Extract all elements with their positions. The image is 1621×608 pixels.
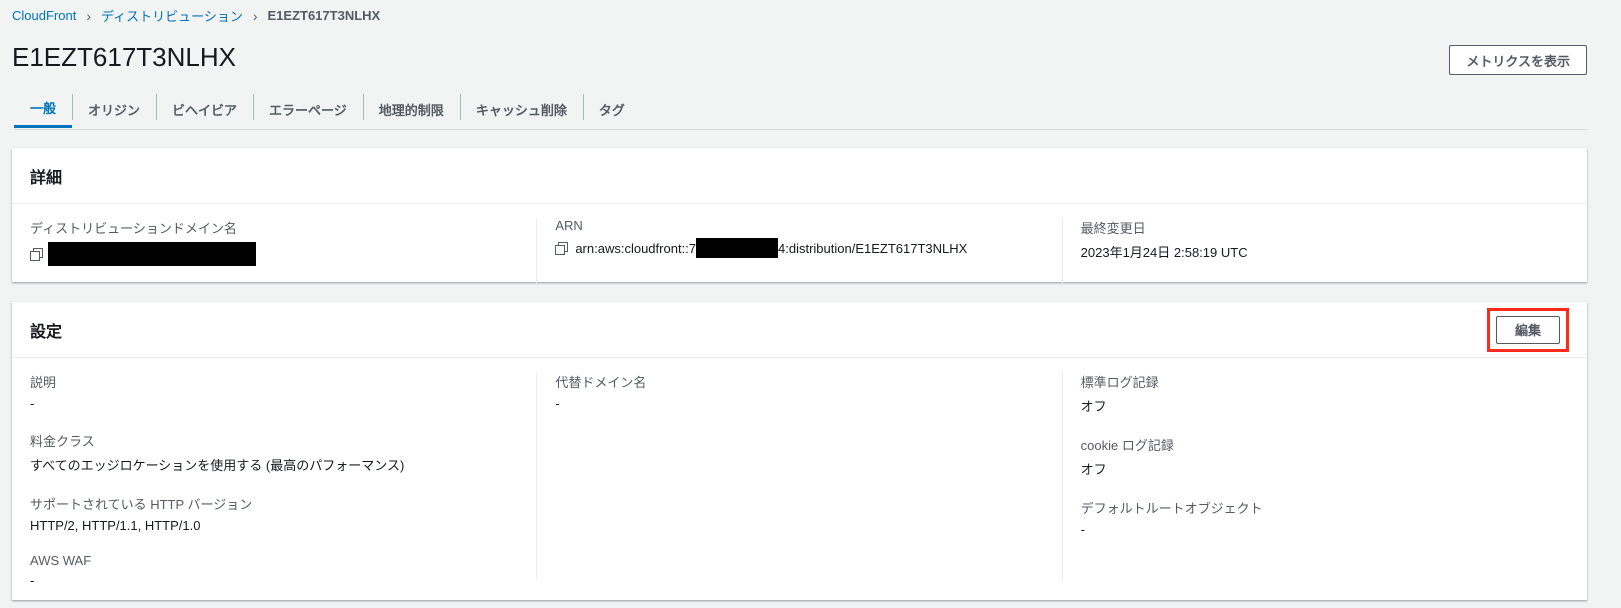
setting-value: - bbox=[1080, 522, 1085, 537]
setting-value: - bbox=[30, 573, 35, 588]
page-title: E1EZT617T3NLHX bbox=[12, 42, 236, 72]
tab-geo-restrictions[interactable]: 地理的制限 bbox=[362, 90, 460, 128]
setting-label: 代替ドメイン名 bbox=[555, 375, 647, 390]
arn-label: ARN bbox=[555, 218, 583, 233]
breadcrumb-cloudfront[interactable]: CloudFront bbox=[12, 8, 76, 23]
arn-suffix: 4:distribution/E1EZT617T3NLHX bbox=[778, 240, 968, 256]
setting-value: すべてのエッジロケーションを使用する (最高のパフォーマンス) bbox=[30, 458, 405, 473]
arn-prefix: arn:aws:cloudfront::7 bbox=[575, 240, 697, 256]
tab-tags[interactable]: タグ bbox=[582, 90, 641, 128]
tab-origins[interactable]: オリジン bbox=[72, 90, 156, 128]
breadcrumb-current: E1EZT617T3NLHX bbox=[267, 8, 381, 23]
modified-label: 最終変更日 bbox=[1080, 221, 1146, 236]
settings-heading: 設定 bbox=[30, 323, 63, 341]
edit-highlight: 編集 bbox=[1486, 307, 1569, 352]
setting-value: オフ bbox=[1080, 462, 1107, 477]
domain-label: ディストリビューションドメイン名 bbox=[30, 221, 237, 236]
setting-label: cookie ログ記録 bbox=[1080, 438, 1174, 453]
setting-value: HTTP/2, HTTP/1.1, HTTP/1.0 bbox=[30, 518, 201, 533]
setting-label: 料金クラス bbox=[30, 434, 95, 449]
setting-value: - bbox=[555, 396, 560, 411]
details-heading: 詳細 bbox=[12, 148, 1587, 204]
settings-panel: 設定 編集 説明 - 料金クラス すべてのエッジロケーションを使用する (最高のパ… bbox=[12, 302, 1587, 600]
chevron-right-icon: › bbox=[86, 7, 91, 24]
setting-label: 標準ログ記録 bbox=[1080, 375, 1159, 390]
redacted-domain bbox=[48, 242, 256, 266]
modified-value: 2023年1月24日 2:58:19 UTC bbox=[1080, 245, 1248, 260]
details-panel: 詳細 ディストリビューションドメイン名 ARN arn:aws:cloudfro… bbox=[12, 148, 1587, 286]
edit-button[interactable]: 編集 bbox=[1495, 315, 1560, 344]
copy-icon[interactable] bbox=[30, 248, 43, 261]
setting-label: デフォルトルートオブジェクト bbox=[1080, 501, 1263, 516]
chevron-right-icon: › bbox=[252, 7, 258, 24]
tab-bar: 一般 オリジン ビヘイビア エラーページ 地理的制限 キャッシュ削除 タグ bbox=[14, 90, 1587, 130]
tab-error-pages[interactable]: エラーページ bbox=[253, 90, 363, 128]
tab-invalidations[interactable]: キャッシュ削除 bbox=[459, 90, 583, 128]
tab-general[interactable]: 一般 bbox=[14, 90, 73, 128]
setting-value: - bbox=[30, 396, 35, 411]
copy-icon[interactable] bbox=[555, 242, 569, 255]
setting-label: 説明 bbox=[30, 375, 57, 390]
tab-behaviors[interactable]: ビヘイビア bbox=[156, 90, 253, 128]
setting-label: サポートされている HTTP バージョン bbox=[30, 497, 253, 512]
view-metrics-button[interactable]: メトリクスを表示 bbox=[1449, 45, 1587, 75]
setting-value: オフ bbox=[1080, 399, 1107, 414]
redacted-account bbox=[696, 238, 779, 258]
breadcrumb: CloudFront › ディストリビューション › E1EZT617T3NLH… bbox=[12, 6, 380, 25]
setting-label: AWS WAF bbox=[30, 553, 92, 568]
breadcrumb-distributions[interactable]: ディストリビューション bbox=[101, 6, 243, 25]
